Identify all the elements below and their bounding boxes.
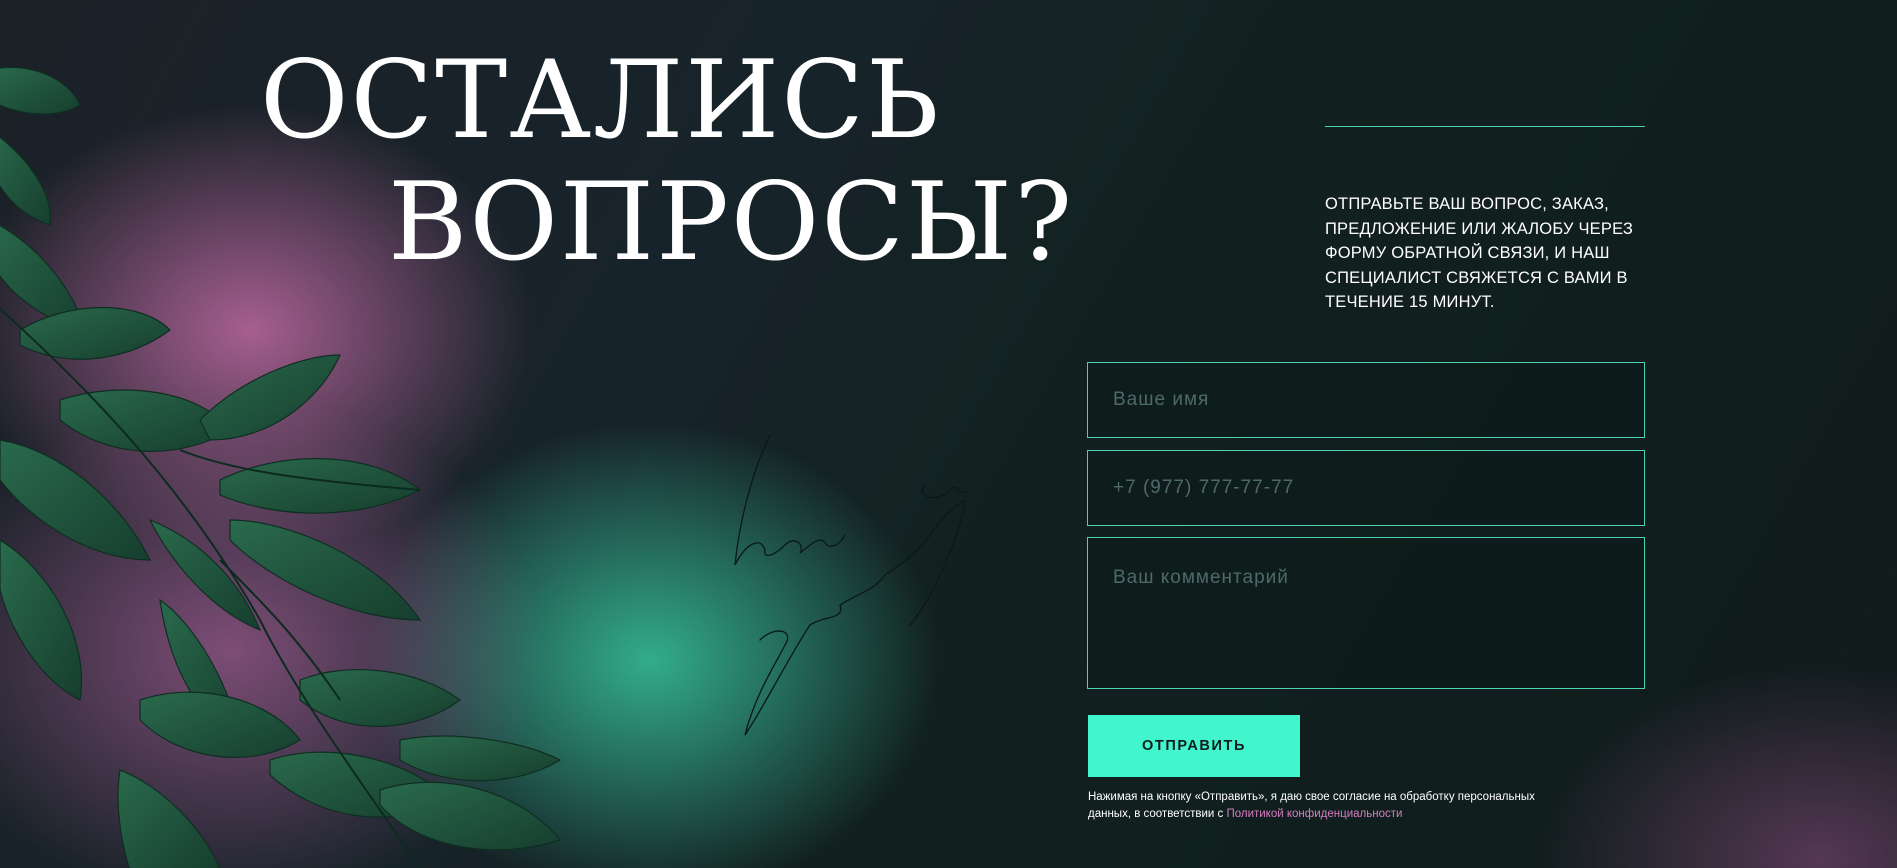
privacy-policy-link[interactable]: Политикой конфиденциальности (1226, 808, 1402, 820)
handwritten-script-icon (734, 434, 971, 736)
info-text: ОТПРАВЬТЕ ВАШ ВОПРОС, ЗАКАЗ, ПРЕДЛОЖЕНИЕ… (1325, 195, 1634, 311)
submit-button[interactable]: ОТПРАВИТЬ (1088, 715, 1300, 777)
phone-input[interactable] (1087, 450, 1645, 526)
comment-textarea[interactable] (1087, 537, 1645, 689)
title-line-2: ВОПРОСЫ? (388, 160, 1075, 285)
section-divider (1325, 126, 1645, 127)
name-input[interactable] (1087, 362, 1645, 438)
page-title: ОСТАЛИСЬ ВОПРОСЫ? (260, 40, 1074, 284)
consent-notice: Нажимая на кнопку «Отправить», я даю сво… (1088, 789, 1548, 823)
contact-section: ОСТАЛИСЬ ВОПРОСЫ? ОТПРАВЬТЕ ВАШ ВОПРОС, … (0, 0, 1897, 868)
title-line-1: ОСТАЛИСЬ (260, 38, 941, 163)
